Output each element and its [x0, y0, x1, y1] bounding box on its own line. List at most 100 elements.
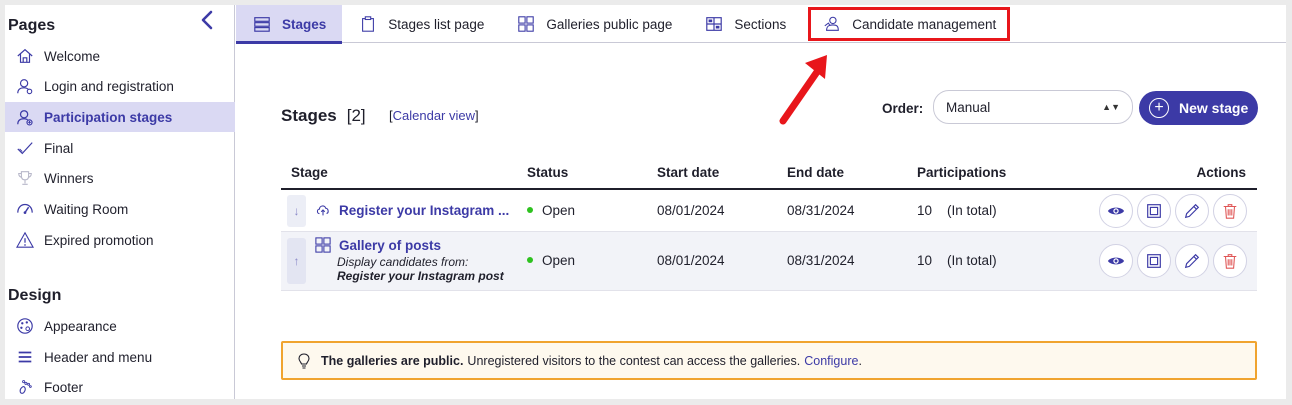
duplicate-button[interactable]	[1137, 244, 1171, 278]
col-actions: Actions	[1196, 165, 1246, 180]
tab-stages[interactable]: Stages	[236, 5, 343, 44]
col-participations: Participations	[917, 165, 1007, 180]
sections-icon	[704, 14, 724, 34]
col-stage: Stage	[291, 165, 328, 180]
sidebar-item-welcome[interactable]: Welcome	[5, 41, 235, 71]
stage-name-link[interactable]: Register your Instagram ...	[339, 203, 509, 218]
sidebar-item-expired-promotion[interactable]: Expired promotion	[5, 225, 235, 255]
participation-icon	[15, 107, 35, 127]
candidate-icon	[822, 14, 842, 34]
start-date-cell: 08/01/2024	[657, 253, 725, 268]
order-select[interactable]: Manual ▲▼	[933, 90, 1133, 124]
footer-icon	[15, 377, 35, 397]
participations-cell: 10 (In total)	[917, 253, 997, 268]
order-select-value: Manual	[946, 99, 991, 115]
status-cell: Open	[527, 253, 575, 268]
table-row: ↓ Register your Instagram ... Open 08/01…	[281, 190, 1257, 232]
view-button[interactable]	[1099, 244, 1133, 278]
configure-link[interactable]: Configure	[804, 354, 858, 368]
sidebar-item-label: Header and menu	[44, 349, 153, 365]
status-text: Open	[542, 203, 576, 218]
status-cell: Open	[527, 203, 575, 218]
notice-end: .	[858, 353, 862, 368]
stage-source-name: Register your Instagram post	[337, 269, 504, 283]
col-start-date: Start date	[657, 165, 720, 180]
stage-source-name-text: Register your Instagram post	[337, 269, 504, 283]
sidebar-item-header-and-menu[interactable]: Header and menu	[5, 342, 235, 372]
stage-name-link[interactable]: Gallery of posts	[339, 238, 441, 253]
view-button[interactable]	[1099, 194, 1133, 228]
sidebar-item-final[interactable]: Final	[5, 133, 235, 163]
cloud-upload-icon	[316, 205, 329, 216]
warning-icon	[15, 230, 35, 250]
tab-label: Galleries public page	[546, 16, 673, 32]
sidebar-item-label: Welcome	[44, 48, 101, 64]
sidebar-item-participation-stages[interactable]: Participation stages	[5, 102, 235, 132]
gauge-icon	[15, 199, 35, 219]
trash-icon	[1223, 204, 1237, 219]
select-arrows-icon: ▲▼	[1102, 102, 1120, 112]
order-label: Order:	[882, 101, 924, 116]
end-date-cell: 08/31/2024	[787, 203, 855, 218]
edit-button[interactable]	[1175, 244, 1209, 278]
duplicate-icon	[1147, 254, 1161, 268]
stage-count: [2]	[346, 106, 366, 125]
top-tabs: Stages Stages list page Galleries public…	[236, 5, 1286, 44]
public-galleries-notice: The galleries are public. Unregistered v…	[281, 341, 1257, 380]
trophy-icon	[15, 168, 35, 188]
notice-bold: The galleries are public.	[321, 353, 464, 368]
calendar-view-link[interactable]: Calendar view	[393, 108, 475, 123]
new-stage-label: New stage	[1179, 100, 1249, 116]
pages-section-title: Pages	[8, 17, 56, 34]
sidebar-item-appearance[interactable]: Appearance	[5, 311, 235, 341]
plus-circle-icon: +	[1149, 98, 1169, 118]
tab-candidate-management[interactable]: Candidate management	[808, 7, 1011, 41]
tab-galleries-public-page[interactable]: Galleries public page	[500, 5, 688, 43]
sidebar-item-footer[interactable]: Footer	[5, 372, 235, 399]
stage-cell: Gallery of posts Display candidates from…	[315, 237, 504, 283]
participations-count: 10	[917, 253, 933, 268]
end-date-cell: 08/31/2024	[787, 253, 855, 268]
col-status: Status	[527, 165, 569, 180]
collapse-sidebar-icon[interactable]	[199, 9, 215, 31]
sidebar-item-waiting-room[interactable]: Waiting Room	[5, 194, 235, 224]
main-content: Stages [2] [Calendar view] Order: Manual…	[236, 44, 1286, 399]
stages-table: Stage Status Start date End date Partici…	[281, 156, 1257, 291]
new-stage-button[interactable]: + New stage	[1139, 91, 1258, 125]
gallery-grid-icon	[315, 237, 331, 253]
sidebar-item-label: Final	[44, 140, 74, 156]
table-row: ↑ Gallery of posts Display candidates fr…	[281, 232, 1257, 291]
grid-icon	[516, 14, 536, 34]
participations-count: 10	[917, 203, 933, 218]
sidebar-item-label: Login and registration	[44, 78, 174, 94]
pencil-icon	[1184, 253, 1200, 269]
move-up-button[interactable]: ↑	[287, 238, 306, 284]
tab-sections[interactable]: Sections	[688, 5, 802, 43]
tab-label: Stages list page	[388, 16, 485, 32]
start-date-cell: 08/01/2024	[657, 203, 725, 218]
table-header: Stage Status Start date End date Partici…	[281, 156, 1257, 190]
move-down-button[interactable]: ↓	[287, 195, 306, 227]
delete-button[interactable]	[1213, 194, 1247, 228]
pencil-icon	[1184, 203, 1200, 219]
tab-label: Candidate management	[852, 16, 997, 32]
edit-button[interactable]	[1175, 194, 1209, 228]
palette-icon	[15, 316, 35, 336]
check-icon	[15, 138, 35, 158]
page-title-text: Stages	[281, 106, 337, 125]
tab-stages-list-page[interactable]: Stages list page	[342, 5, 500, 43]
stage-source-prefix: Display candidates from:	[337, 255, 469, 269]
sidebar-item-login-and-registration[interactable]: Login and registration	[5, 71, 235, 101]
stage-cell: Register your Instagram ...	[315, 202, 509, 218]
status-dot	[527, 257, 533, 264]
delete-button[interactable]	[1213, 244, 1247, 278]
duplicate-button[interactable]	[1137, 194, 1171, 228]
sidebar-item-winners[interactable]: Winners	[5, 163, 235, 193]
status-text: Open	[542, 253, 576, 268]
participations-note: (In total)	[947, 203, 997, 218]
design-section-title: Design	[8, 287, 62, 304]
lightbulb-icon	[298, 352, 310, 369]
sidebar-item-label: Expired promotion	[44, 232, 154, 248]
col-end-date: End date	[787, 165, 845, 180]
eye-icon	[1107, 207, 1125, 215]
